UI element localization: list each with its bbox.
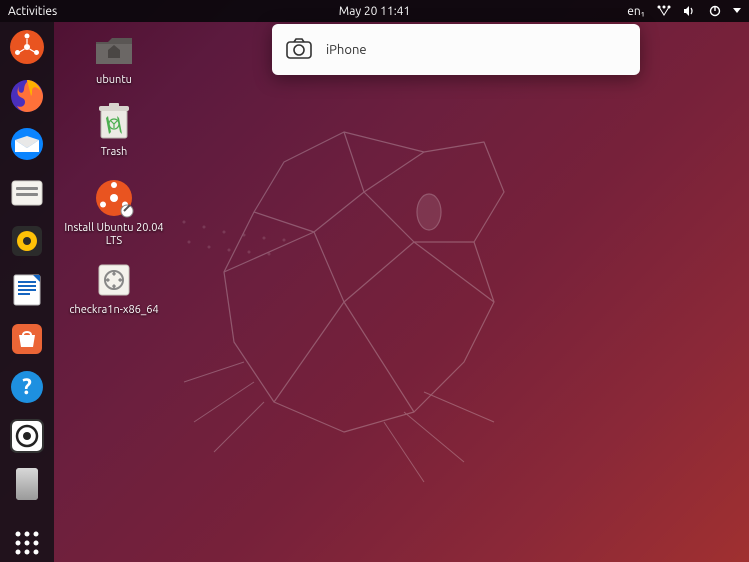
clock[interactable]: May 20 11:41 — [339, 5, 410, 18]
show-applications-button[interactable] — [7, 523, 47, 562]
dock-item-nautilus[interactable] — [7, 174, 47, 213]
desktop-icon-label: checkra1n-x86_64 — [69, 304, 158, 317]
volume-icon[interactable] — [683, 5, 697, 17]
home-folder-icon — [94, 30, 134, 70]
dock-item-checkra1n[interactable] — [7, 416, 47, 455]
notification-title: iPhone — [326, 43, 367, 57]
desktop-icon-trash[interactable]: Trash — [64, 102, 164, 159]
activities-button[interactable]: Activities — [8, 5, 57, 18]
chevron-down-icon — [733, 8, 741, 14]
desktop-icon-home[interactable]: ubuntu — [64, 30, 164, 87]
camera-icon — [286, 37, 312, 63]
desktop-icon-label: Trash — [101, 146, 128, 159]
dock-item-firefox[interactable] — [7, 77, 47, 116]
trash-icon — [94, 102, 134, 142]
desktop-icon-label: ubuntu — [96, 74, 132, 87]
wallpaper-art — [164, 102, 564, 502]
top-bar: Activities May 20 11:41 en₁ — [0, 0, 749, 22]
desktop-icon-checkra1n[interactable]: checkra1n-x86_64 — [64, 260, 164, 317]
dock-item-rhythmbox[interactable] — [7, 222, 47, 261]
input-source-indicator[interactable]: en₁ — [627, 5, 645, 18]
desktop-icon-installer[interactable]: Install Ubuntu 20.04 LTS — [64, 178, 164, 248]
system-status-area[interactable]: en₁ — [627, 5, 741, 18]
dock-item-help[interactable]: ? — [7, 368, 47, 407]
power-icon[interactable] — [709, 5, 721, 17]
dock-item-thunderbird[interactable] — [7, 125, 47, 164]
desktop-icon-label: Install Ubuntu 20.04 LTS — [64, 222, 164, 248]
notification-banner[interactable]: iPhone — [272, 24, 640, 75]
dock-item-drive[interactable] — [7, 465, 47, 504]
svg-text:?: ? — [22, 374, 32, 399]
dock-item-writer[interactable] — [7, 271, 47, 310]
network-icon[interactable] — [657, 5, 671, 17]
dock: ? — [0, 22, 54, 562]
executable-icon — [94, 260, 134, 300]
desktop[interactable]: ubuntu Trash Install Ubuntu 20.04 LTS ch… — [54, 22, 749, 562]
dock-item-software[interactable] — [7, 319, 47, 358]
dock-item-files[interactable] — [7, 28, 47, 67]
installer-icon — [94, 178, 134, 218]
